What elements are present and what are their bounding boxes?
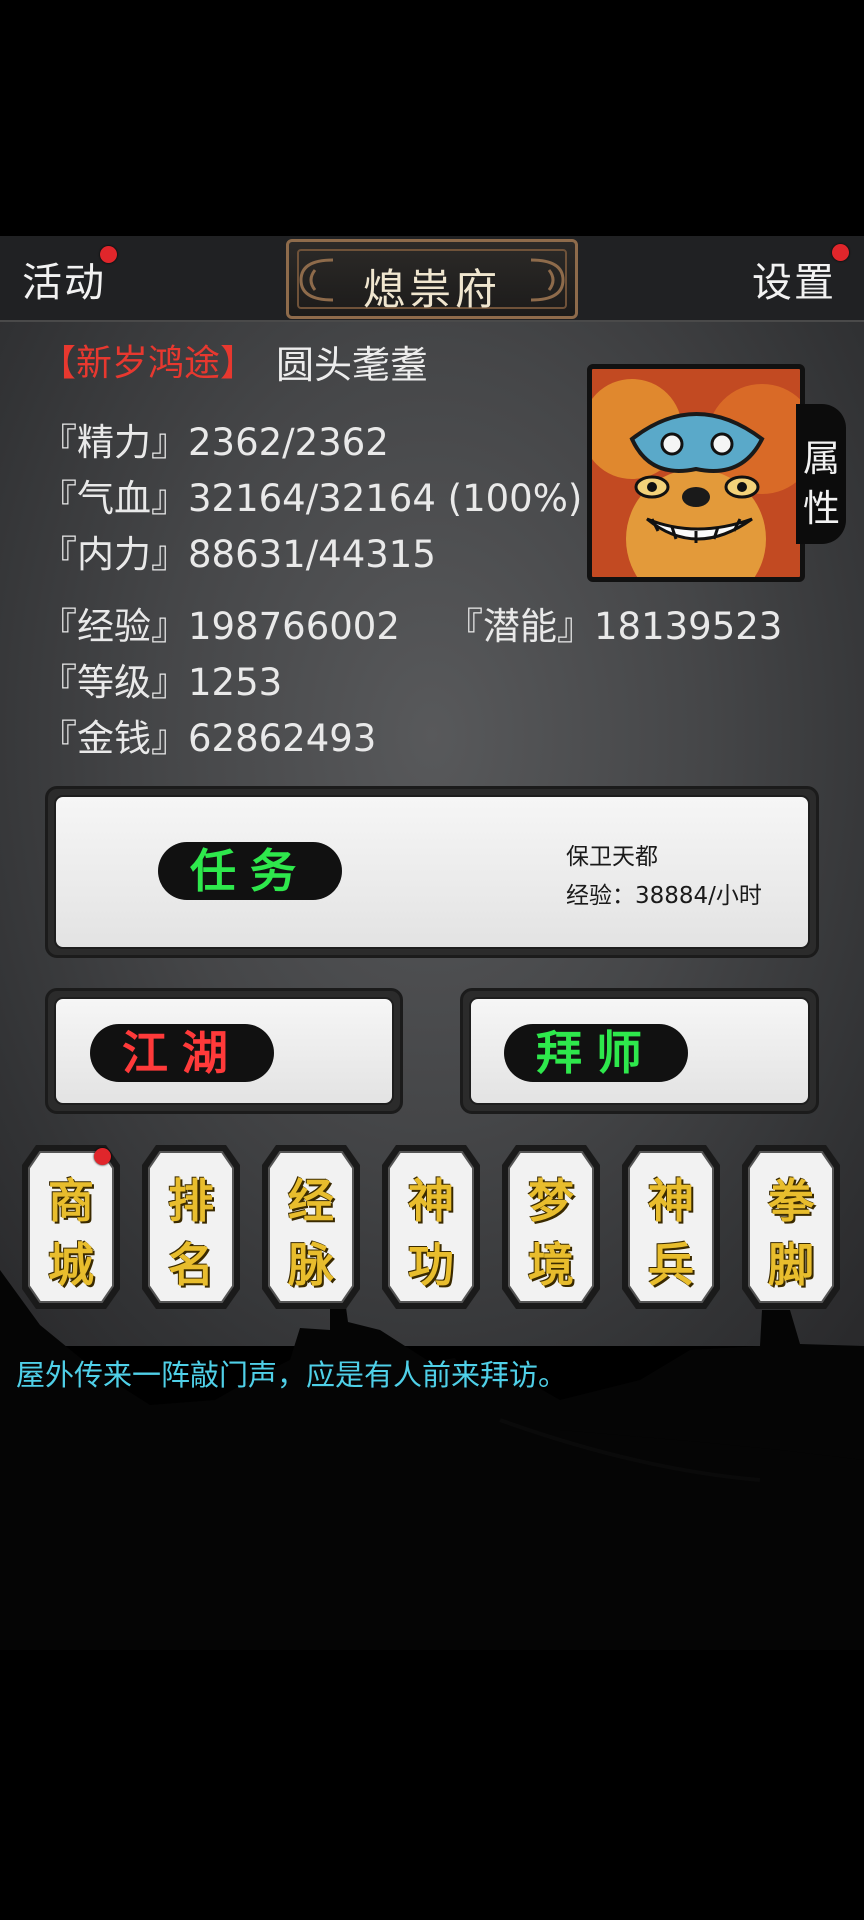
attributes-tab-char-2: 性 [803,487,840,530]
menu-ranking-char-1: 排 [168,1174,214,1228]
stat-level: 『等级』1253 [40,661,283,704]
menu-divine-weapon[interactable]: 神 兵 [620,1143,722,1311]
quest-name: 保卫天都 [566,844,658,870]
menu-shop[interactable]: 商 城 [20,1143,122,1311]
stat-energy: 『精力』2362/2362 [40,421,389,464]
quest-exp-rate: 经验：38884/小时 [566,883,762,909]
menu-fist-kick-char-2: 脚 [768,1238,814,1292]
menu-dreamland-char-2: 境 [528,1238,574,1292]
avatar[interactable] [587,364,805,582]
menu-fist-kick[interactable]: 拳 脚 [740,1143,842,1311]
menu-dreamland[interactable]: 梦 境 [500,1143,602,1311]
menu-divine-weapon-char-2: 兵 [648,1238,694,1292]
menu-divine-skill[interactable]: 神 功 [380,1143,482,1311]
activity-button[interactable]: 活动 [22,250,106,308]
quest-button[interactable]: 任务 [158,842,342,900]
menu-divine-weapon-char-1: 神 [648,1174,694,1228]
event-tag[interactable]: 【新岁鸿途】 [40,334,256,386]
menu-fist-kick-char-1: 拳 [768,1174,814,1228]
menu-ranking[interactable]: 排 名 [140,1143,242,1311]
settings-button[interactable]: 设置 [752,250,836,308]
settings-notification-dot [832,244,849,261]
menu-ranking-char-2: 名 [168,1238,214,1292]
avatar-lion-mask-image [592,369,800,577]
stat-experience: 『经验』198766002 [40,605,400,648]
stat-internal-power: 『内力』88631/44315 [40,533,436,576]
shop-notification-dot [94,1148,111,1165]
stat-money: 『金钱』62862493 [40,717,377,760]
activity-notification-dot [100,246,117,263]
menu-shop-char-1: 商 [48,1174,94,1228]
menu-divine-skill-char-1: 神 [408,1174,454,1228]
stat-potential: 『潜能』18139523 [446,605,783,648]
menu-meridians-char-2: 脉 [288,1238,334,1292]
attributes-tab[interactable]: 属 性 [796,404,846,544]
menu-shop-char-2: 城 [48,1238,94,1292]
stat-hp: 『气血』32164/32164 (100%) [40,477,583,520]
event-message: 屋外传来一阵敲门声，应是有人前来拜访。 [16,1358,568,1392]
menu-divine-skill-char-2: 功 [408,1238,454,1292]
location-title-plaque: 熄祟府 [286,239,578,319]
baishi-button[interactable]: 拜师 [504,1024,688,1082]
menu-dreamland-char-1: 梦 [528,1174,574,1228]
game-screen: 活动 设置 熄祟府 【新岁鸿途】 圆头耄耋 『精力』2362/2362 『气血』… [0,0,864,1920]
city-silhouette [0,1270,864,1650]
location-title: 熄祟府 [362,265,501,314]
menu-meridians[interactable]: 经 脉 [260,1143,362,1311]
attributes-tab-char-1: 属 [803,437,840,480]
player-name: 圆头耄耋 [276,343,429,387]
menu-meridians-char-1: 经 [288,1174,334,1228]
jianghu-button[interactable]: 江湖 [90,1024,274,1082]
